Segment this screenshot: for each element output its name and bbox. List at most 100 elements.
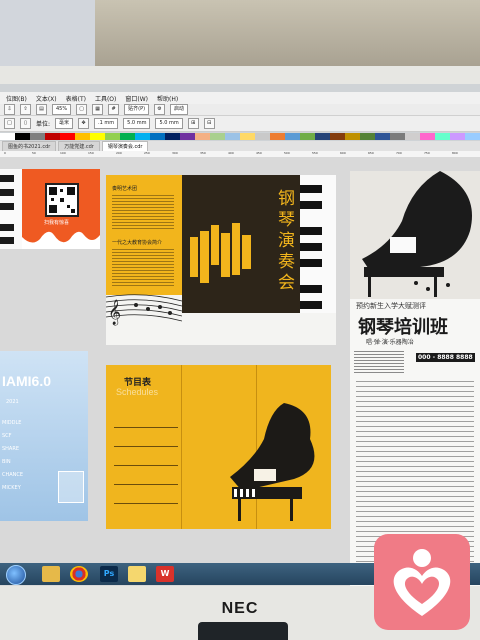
page-size-icon[interactable]: □ [4,118,15,129]
palette-swatch[interactable] [165,133,180,140]
palette-swatch[interactable] [180,133,195,140]
menu-bar: 位图(B) 文本(X) 表格(T) 工具(O) 窗口(W) 帮助(H) [0,92,480,104]
palette-swatch[interactable] [60,133,75,140]
palette-swatch[interactable] [330,133,345,140]
menu-item-bitmap[interactable]: 位图(B) [6,94,27,103]
palette-swatch[interactable] [15,133,30,140]
monitor-stand [198,622,288,640]
palette-swatch[interactable] [375,133,390,140]
ruler-tick-label: 100 [60,151,66,155]
ruler-tick-label: 500 [284,151,290,155]
ruler-tick-label: 350 [200,151,206,155]
palette-swatch[interactable] [255,133,270,140]
palette-swatch[interactable] [405,133,420,140]
feature-item: SHARE [2,446,19,452]
ruler-tick-label: 400 [228,151,234,155]
monitor-screen: 位图(B) 文本(X) 表格(T) 工具(O) 窗口(W) 帮助(H) ⇩ ⇧ … [0,84,480,586]
heart-person-icon [393,549,451,616]
palette-swatch[interactable] [105,133,120,140]
flyer-title: 钢琴培训班 [358,317,448,338]
photoshop-icon[interactable]: Ps [100,566,118,582]
palette-swatch[interactable] [420,133,435,140]
snap-to-dropdown[interactable]: 贴齐(P) [124,104,150,115]
rulers-icon[interactable]: ▦ [92,104,104,115]
palette-swatch[interactable] [240,133,255,140]
palette-swatch[interactable] [285,133,300,140]
ruler-tick-label: 0 [4,151,6,155]
feature-item: MICKEY [2,485,21,491]
palette-swatch[interactable] [300,133,315,140]
palette-swatch[interactable] [0,133,15,140]
concert-title: 钢琴演奏会 [274,189,294,294]
feature-item: MIDDLE [2,420,22,426]
duplicate-y-field[interactable]: 5.0 mm [155,118,183,129]
intro-panel: 奏明艺术团 一代之大教育协会简介 [106,175,182,295]
ruler-tick-label: 800 [452,151,458,155]
background-window-frame [0,0,95,66]
flyer-tagline: 预约新生入学大赋测评 [356,302,426,310]
chrome-icon[interactable] [70,566,88,582]
color-palette[interactable] [0,133,480,140]
palette-swatch[interactable] [450,133,465,140]
paint-icon[interactable] [128,566,146,582]
palette-swatch[interactable] [315,133,330,140]
piano-keys-icon [190,175,336,313]
full-screen-icon[interactable]: ▢ [76,104,88,115]
units-label: 单位: [36,121,51,128]
palette-swatch[interactable] [195,133,210,140]
drawing-canvas[interactable]: 扫我有惊喜 IAMI6.0 2021 MIDDLE SCF SHARE BIN … [0,157,480,586]
grand-piano-illustration [230,403,315,521]
menu-item-text[interactable]: 文本(X) [36,94,57,103]
start-orb-icon[interactable] [6,565,26,585]
palette-swatch[interactable] [465,133,480,140]
ruler-tick-label: 600 [340,151,346,155]
ruler-tick-label: 300 [172,151,178,155]
palette-swatch[interactable] [120,133,135,140]
palette-swatch[interactable] [360,133,375,140]
palette-swatch[interactable] [30,133,45,140]
palette-swatch[interactable] [390,133,405,140]
duplicate-x-field[interactable]: 5.0 mm [123,118,151,129]
palette-swatch[interactable] [225,133,240,140]
grid-icon[interactable]: # [108,104,120,115]
palette-swatch[interactable] [210,133,225,140]
menu-item-window[interactable]: 窗口(W) [125,94,148,103]
publish-pdf-icon[interactable]: ▤ [36,104,47,115]
schedule-heading-en: Schedules [116,387,159,397]
palette-swatch[interactable] [270,133,285,140]
intro-paragraph [112,193,174,231]
tab-document-1[interactable]: 图鱼的书2021.cdr [2,141,57,151]
flyer-subtitle: 唱·弹·演·乐器陶冶 [366,339,414,346]
tab-document-3[interactable]: 钢琴演奏会.cdr [101,141,149,151]
palette-swatch[interactable] [75,133,90,140]
nudge-distance-field[interactable]: .1 mm [94,118,119,129]
menu-item-table[interactable]: 表格(T) [66,94,86,103]
palette-swatch[interactable] [90,133,105,140]
wps-icon[interactable]: W [156,566,174,582]
palette-swatch[interactable] [135,133,150,140]
flyer-piano-illustration [350,171,480,299]
feature-item: SCF [2,433,12,439]
page-layout-icon[interactable]: ⊟ [203,118,215,129]
ruler-tick-label: 550 [312,151,318,155]
export-icon[interactable]: ⇧ [20,104,31,115]
zoom-level-select[interactable]: 45% [52,104,72,115]
menu-item-help[interactable]: 帮助(H) [157,94,178,103]
palette-swatch[interactable] [345,133,360,140]
illustration-icon [58,471,84,503]
brochure-outer-page: 奏明艺术团 一代之大教育协会简介 𝄞 钢琴演奏会 [106,175,336,345]
left-blue-design-page: IAMI6.0 2021 MIDDLE SCF SHARE BIN CHANCE… [0,351,88,521]
menu-item-tools[interactable]: 工具(O) [95,94,116,103]
nudge-icon: ✥ [78,118,90,129]
tab-document-2[interactable]: 万能党建.cdr [58,141,100,151]
palette-swatch[interactable] [435,133,450,140]
units-select[interactable]: 毫米 [55,118,74,129]
portrait-icon[interactable]: ▯ [20,118,31,129]
palette-swatch[interactable] [150,133,165,140]
folder-icon[interactable] [42,566,60,582]
treat-as-filled-icon[interactable]: ⊞ [187,118,199,129]
launch-dropdown[interactable]: 启动 [170,104,189,115]
palette-swatch[interactable] [45,133,60,140]
options-gear-icon[interactable]: ⚙ [154,104,166,115]
import-icon[interactable]: ⇩ [4,104,15,115]
